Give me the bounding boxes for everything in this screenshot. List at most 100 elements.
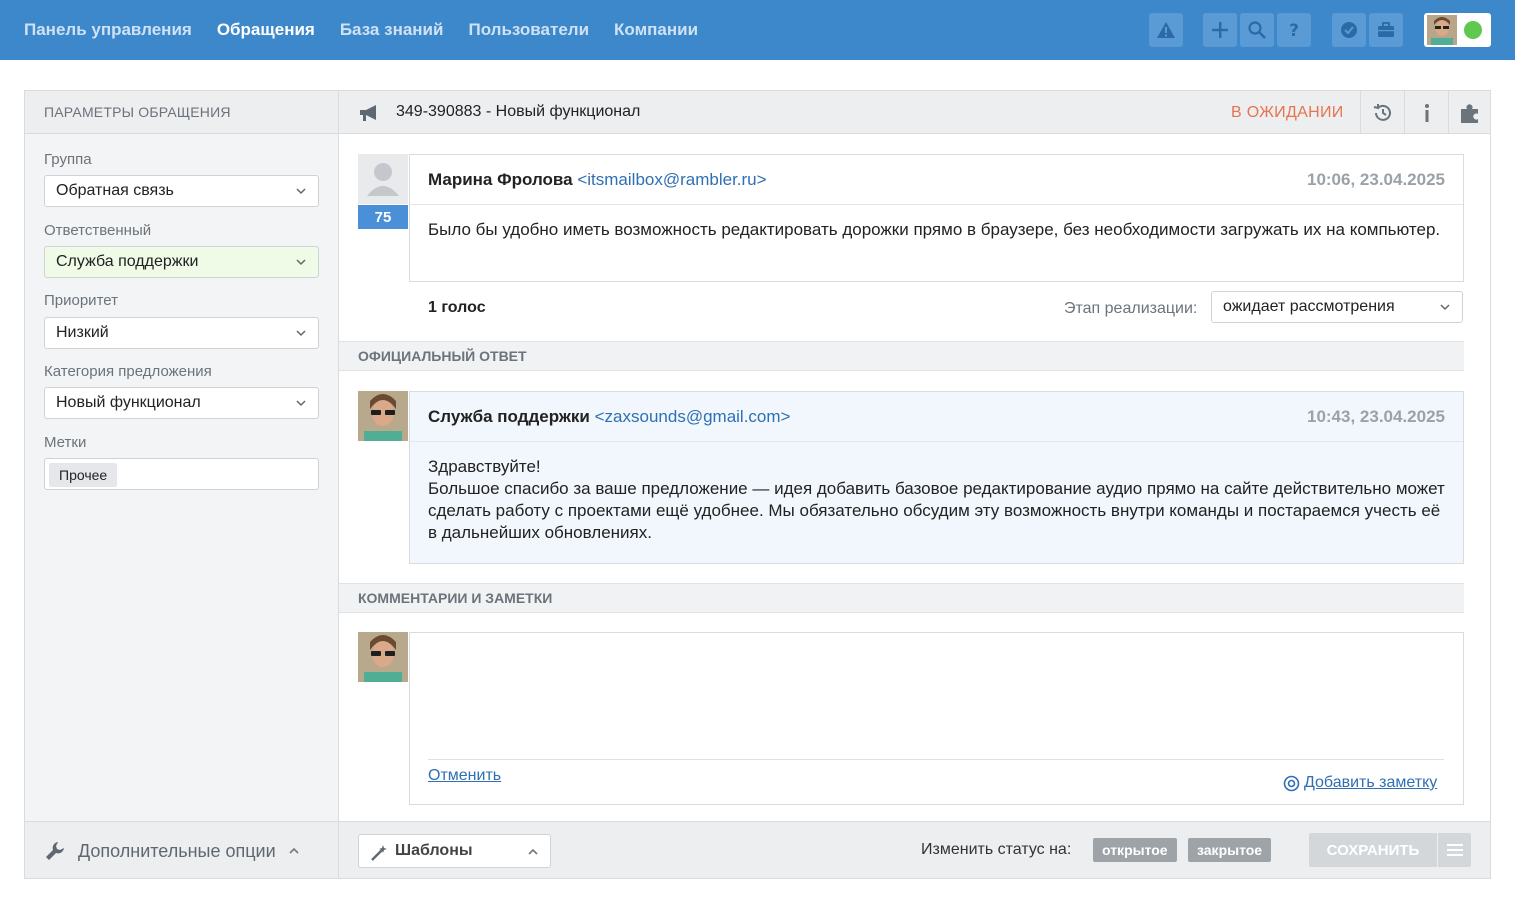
warning-icon [1157, 22, 1175, 38]
save-menu-button[interactable] [1438, 833, 1471, 867]
editor-divider [428, 759, 1444, 760]
plus-icon [1212, 22, 1228, 38]
official-author: Служба поддержки <zaxsounds@gmail.com> [428, 407, 790, 427]
chevron-up-icon [289, 847, 299, 854]
group-select[interactable]: Обратная связь [44, 175, 319, 207]
history-button[interactable] [1360, 91, 1404, 134]
category-select[interactable]: Новый функционал [44, 387, 319, 419]
add-note-label[interactable]: Добавить заметку [1304, 774, 1437, 792]
comment-editor: Отменить Добавить заметку [409, 632, 1464, 805]
category-label: Категория предложения [44, 363, 212, 380]
templates-button[interactable]: Шаблоны [358, 834, 551, 868]
comment-textarea[interactable] [410, 633, 1463, 759]
info-icon [1424, 103, 1429, 122]
search-icon [1248, 21, 1266, 39]
online-status-indicator [1464, 21, 1482, 39]
user-avatar [1427, 15, 1457, 45]
magic-wand-icon [371, 845, 387, 861]
chevron-down-icon [296, 400, 306, 407]
info-button[interactable] [1404, 91, 1448, 134]
official-text: Большое спасибо за ваше предложение — ид… [428, 479, 1445, 542]
customer-rating-badge: 75 [358, 205, 408, 229]
tags-label: Метки [44, 434, 87, 451]
chevron-down-icon [296, 259, 306, 266]
assignee-select[interactable]: Служба поддержки [44, 246, 319, 278]
search-button[interactable] [1240, 13, 1274, 47]
add-button[interactable] [1203, 13, 1237, 47]
templates-label: Шаблоны [395, 842, 473, 859]
verified-button[interactable] [1332, 13, 1366, 47]
ticket-header: 349-390883 - Новый функционал В ОЖИДАНИИ [339, 91, 1490, 134]
hamburger-icon [1446, 844, 1463, 856]
tags-input[interactable]: Прочее [44, 458, 319, 490]
alert-button[interactable] [1149, 13, 1183, 47]
user-placeholder-icon [367, 163, 399, 196]
customer-message: Марина Фролова <itsmailbox@rambler.ru> 1… [409, 154, 1464, 282]
status-open-button[interactable]: открытое [1093, 838, 1177, 862]
nav-companies[interactable]: Компании [614, 20, 698, 40]
stage-select[interactable]: ожидает рассмотрения [1211, 291, 1463, 323]
ticket-status[interactable]: В ОЖИДАНИИ [1231, 104, 1344, 122]
votes-count: 1 голос [428, 299, 486, 316]
message-body: Было бы удобно иметь возможность редакти… [428, 220, 1441, 239]
nav-users[interactable]: Пользователи [468, 20, 589, 40]
assignee-value: Служба поддержки [56, 253, 199, 270]
official-body: Здравствуйте! Большое спасибо за ваше пр… [410, 442, 1463, 560]
official-answer-header: ОФИЦИАЛЬНЫЙ ОТВЕТ [339, 341, 1464, 371]
author-email[interactable]: <itsmailbox@rambler.ru> [577, 170, 766, 189]
at-sign-icon [1283, 775, 1300, 791]
message-time: 10:06, 23.04.2025 [1306, 170, 1445, 189]
change-status-label: Изменить статус на: [921, 841, 1072, 858]
group-label: Группа [44, 151, 92, 168]
svg-text:?: ? [1289, 21, 1299, 40]
badge-check-icon [1341, 22, 1357, 38]
megaphone-icon [360, 105, 376, 121]
nav-knowledge-base[interactable]: База знаний [340, 20, 444, 40]
official-time: 10:43, 23.04.2025 [1306, 407, 1445, 426]
sidebar-header: ПАРАМЕТРЫ ОБРАЩЕНИЯ [25, 91, 338, 134]
cancel-link[interactable]: Отменить [428, 767, 501, 785]
priority-select[interactable]: Низкий [44, 317, 319, 349]
more-options-bar[interactable]: Дополнительные опции [25, 821, 338, 878]
ticket-content: 349-390883 - Новый функционал В ОЖИДАНИИ… [339, 91, 1490, 878]
chevron-down-icon [1440, 304, 1450, 311]
category-value: Новый функционал [56, 394, 201, 411]
message-header: Марина Фролова <itsmailbox@rambler.ru> 1… [410, 155, 1463, 205]
ticket-footer: Шаблоны Изменить статус на: открытое зак… [339, 821, 1490, 878]
message-author: Марина Фролова <itsmailbox@rambler.ru> [428, 170, 767, 190]
comments-header: КОММЕНТАРИИ И ЗАМЕТКИ [339, 583, 1464, 613]
plugins-button[interactable] [1448, 91, 1490, 134]
top-navigation-bar: Панель управления Обращения База знаний … [0, 0, 1515, 60]
stage-value: ожидает рассмотрения [1223, 298, 1395, 315]
official-answer-message: Служба поддержки <zaxsounds@gmail.com> 1… [409, 391, 1464, 564]
nav-dashboard[interactable]: Панель управления [24, 20, 192, 40]
stage-label: Этап реализации: [1064, 300, 1198, 317]
nav-tickets[interactable]: Обращения [217, 20, 315, 40]
chevron-up-icon [528, 848, 538, 855]
wrench-icon [46, 842, 64, 860]
group-value: Обратная связь [56, 182, 174, 199]
save-button[interactable]: СОХРАНИТЬ [1309, 833, 1437, 867]
briefcase-button[interactable] [1369, 13, 1403, 47]
more-options-label: Дополнительные опции [78, 841, 276, 861]
official-author-email[interactable]: <zaxsounds@gmail.com> [595, 407, 791, 426]
puzzle-icon [1460, 103, 1478, 123]
history-icon [1373, 103, 1391, 121]
official-greeting: Здравствуйте! [428, 457, 541, 476]
tag-chip[interactable]: Прочее [49, 463, 118, 487]
status-closed-button[interactable]: закрытое [1188, 838, 1272, 862]
priority-label: Приоритет [44, 292, 118, 309]
author-name: Марина Фролова [428, 170, 573, 189]
customer-avatar [358, 154, 408, 204]
official-header: Служба поддержки <zaxsounds@gmail.com> 1… [410, 392, 1463, 442]
assignee-label: Ответственный [44, 222, 152, 239]
add-note-link[interactable]: Добавить заметку [1283, 774, 1437, 792]
chevron-down-icon [296, 188, 306, 195]
question-icon: ? [1289, 21, 1299, 40]
official-author-name: Служба поддержки [428, 407, 590, 426]
help-button[interactable]: ? [1277, 13, 1311, 47]
comment-avatar [358, 632, 408, 682]
main-nav: Панель управления Обращения База знаний … [24, 0, 698, 60]
ticket-title: 349-390883 - Новый функционал [396, 103, 641, 120]
user-menu[interactable] [1424, 13, 1491, 47]
